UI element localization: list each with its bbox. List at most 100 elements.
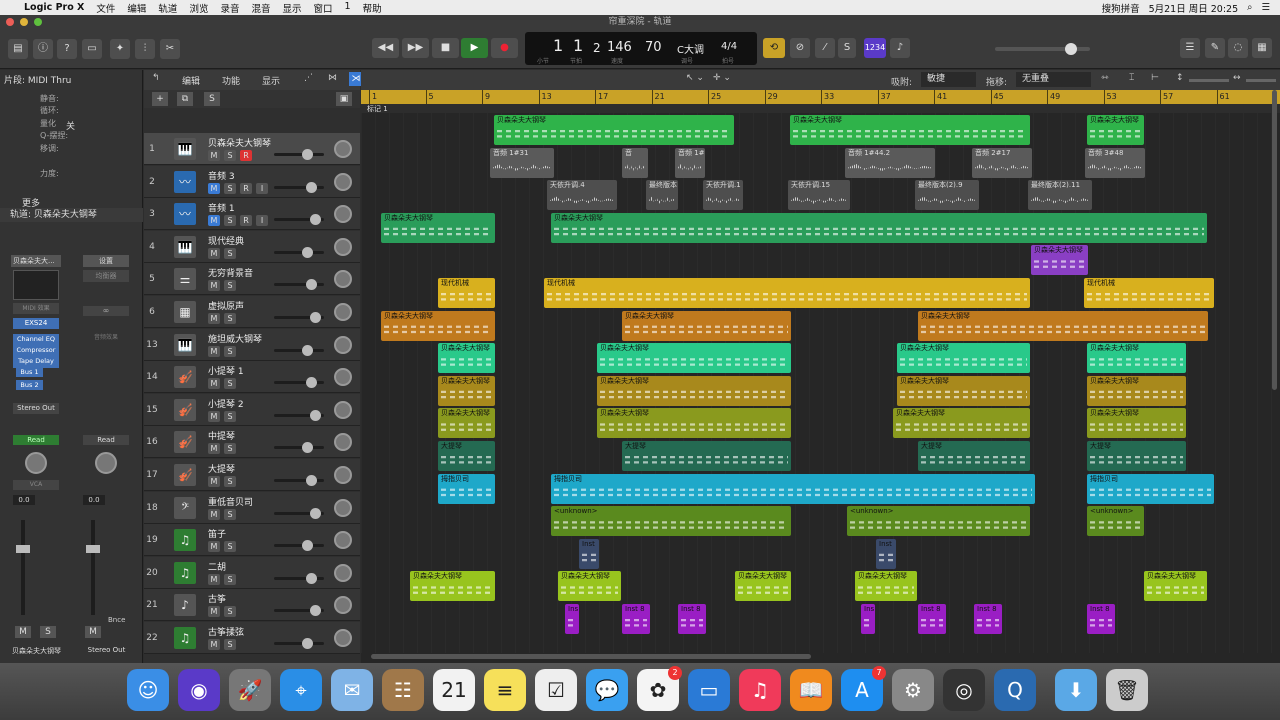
mute-button[interactable]: M (208, 606, 220, 618)
track-row[interactable]: 17 🎻 大提琴 M S (144, 459, 360, 491)
menu-2[interactable]: 轨道 (158, 1, 177, 15)
solo-button[interactable]: S (224, 313, 236, 324)
midi-region[interactable]: 贝森朵夫大钢琴 (381, 310, 495, 341)
track-pan-knob[interactable] (334, 596, 352, 615)
track-name[interactable]: 虚拟原声 (208, 299, 244, 312)
track-pan-knob[interactable] (334, 400, 352, 419)
solo-button[interactable]: S (224, 573, 236, 585)
vertical-zoom-icon[interactable]: ↕ (1176, 73, 1184, 83)
books-icon[interactable]: 📖 (790, 669, 832, 711)
guzheng-icon[interactable]: ♪ (174, 594, 196, 617)
mute-button[interactable]: M (208, 150, 220, 161)
solo-button[interactable]: S (224, 443, 236, 455)
piano-icon[interactable]: 🎹 (174, 333, 196, 356)
list-editors-button[interactable]: ☰ (1180, 38, 1200, 58)
inspector-row-3[interactable]: Q-摆捏: (40, 130, 68, 141)
track-volume-slider[interactable] (274, 475, 324, 486)
keynote-icon[interactable]: ▭ (688, 669, 730, 711)
track-name[interactable]: 笛子 (208, 527, 226, 540)
zoom-window-button[interactable] (34, 18, 42, 26)
solo-button[interactable]: S (224, 639, 236, 650)
track-volume-slider[interactable] (274, 312, 324, 323)
solo-button[interactable]: S (224, 345, 236, 357)
audio-region[interactable]: 天依升调.15 (788, 180, 850, 211)
track-row[interactable]: 14 🎻 小提琴 1MS (144, 361, 360, 394)
lcd-display[interactable]: 1 1 2 146 70 C大调 4/4 小节 节拍 速度 调号 拍号 (525, 32, 757, 65)
track-pan-knob[interactable] (334, 466, 352, 484)
vertical-zoom-slider[interactable] (1189, 79, 1229, 82)
track-volume-slider[interactable] (274, 605, 324, 617)
volume-fader-2[interactable] (86, 520, 100, 615)
midi-region[interactable]: 贝森朵夫大钢琴 (1087, 115, 1144, 145)
audio-region[interactable]: 音频 1# (675, 147, 705, 178)
violin-icon[interactable]: 🎻 (174, 431, 196, 454)
app-menu[interactable]: Logic Pro X (24, 2, 84, 13)
view-menu[interactable]: 显示 (262, 74, 280, 87)
solo-button[interactable]: S (224, 541, 236, 553)
track-volume-slider[interactable] (274, 279, 324, 291)
track-name[interactable]: 贝森朵夫大钢琴 (208, 136, 271, 149)
midi-region[interactable]: 贝森朵夫大钢琴 (597, 375, 791, 406)
minimize-window-button[interactable] (20, 18, 28, 26)
note-icon[interactable]: ♫ (174, 529, 196, 552)
mute-button[interactable]: M (208, 215, 220, 227)
solo-mode-button[interactable]: S (838, 38, 856, 58)
midi-region[interactable]: 贝森朵夫大钢琴 (855, 571, 917, 602)
notes-icon[interactable]: ≡ (484, 669, 526, 711)
track-row[interactable]: 15 🎻 小提琴 2MS (144, 393, 360, 426)
record-enable-button[interactable]: R (240, 150, 252, 161)
menu-5[interactable]: 混音 (251, 1, 270, 15)
track-volume-slider[interactable] (274, 540, 324, 552)
calendar-icon[interactable]: 21 (433, 669, 475, 711)
music-icon[interactable]: ♫ (739, 669, 781, 711)
midi-fx-slot[interactable]: MIDI 效果 (13, 303, 59, 314)
count-in-button[interactable]: 1234 (864, 38, 886, 58)
midi-region[interactable]: 现代机械 (438, 278, 495, 308)
track-pan-knob[interactable] (334, 270, 352, 289)
track-volume-slider[interactable] (274, 442, 324, 454)
instrument-slot[interactable]: EXS24 (13, 318, 59, 329)
audio-region[interactable]: 音频 3#48 (1085, 147, 1145, 178)
link-icon[interactable]: ∞ (83, 306, 129, 316)
audio-region[interactable]: 音频 2#17 (972, 147, 1032, 178)
track-volume-slider[interactable] (274, 214, 324, 226)
inspector-row-4[interactable]: 移调: (40, 143, 59, 154)
output-setting[interactable]: 设置 (83, 255, 129, 267)
browser-button[interactable]: ▦ (1252, 38, 1272, 58)
catch-icon[interactable]: ⋰ (304, 73, 313, 83)
track-pan-knob[interactable] (334, 335, 352, 354)
volume-fader[interactable] (16, 520, 30, 615)
channel-strip-setting[interactable]: 贝森朵夫大... (11, 255, 61, 267)
inspector-button[interactable]: ⓘ (33, 39, 53, 59)
track-name[interactable]: 中提琴 (208, 429, 235, 442)
solo-button[interactable]: S (224, 280, 236, 292)
inspector-row-5[interactable]: 力度: (40, 168, 59, 179)
midi-region[interactable]: 贝森朵夫大钢琴 (597, 408, 791, 439)
note-icon[interactable]: ♫ (174, 561, 196, 584)
midi-region[interactable]: 贝森朵夫大钢琴 (410, 571, 495, 602)
snap-select[interactable]: 敏捷 (921, 72, 976, 87)
track-volume-slider[interactable] (274, 246, 324, 258)
menu-9[interactable]: 帮助 (363, 1, 382, 15)
track-pan-knob[interactable] (334, 531, 352, 550)
safari-icon[interactable]: ⌖ (280, 669, 322, 711)
track-name[interactable]: 二胡 (208, 560, 226, 573)
record-enable-button[interactable]: R (240, 182, 252, 194)
solo-button[interactable]: S (224, 410, 236, 422)
automation-mode-2[interactable]: Read (83, 435, 129, 445)
close-window-button[interactable] (6, 18, 14, 26)
midi-region[interactable]: <unknown> (1087, 506, 1144, 537)
edit-menu[interactable]: 编辑 (182, 74, 200, 87)
track-pan-knob[interactable] (334, 563, 352, 582)
mute-button[interactable]: M (208, 508, 220, 520)
midi-region[interactable]: 贝森朵夫大钢琴 (1087, 375, 1186, 406)
midi-region[interactable]: <unknown> (847, 506, 1030, 537)
back-arrow-icon[interactable]: ↰ (152, 73, 160, 83)
horizontal-fit-icon[interactable]: ⊢ (1151, 73, 1159, 83)
mute-button[interactable]: M (208, 182, 220, 194)
midi-region[interactable]: 现代机械 (1084, 278, 1214, 308)
track-pan-knob[interactable] (334, 172, 352, 191)
violin-icon[interactable]: 🎻 (174, 398, 196, 421)
automation-mode[interactable]: Read (13, 435, 59, 445)
track-row[interactable]: 6 ▦ 虚拟原声 M S (144, 296, 360, 328)
